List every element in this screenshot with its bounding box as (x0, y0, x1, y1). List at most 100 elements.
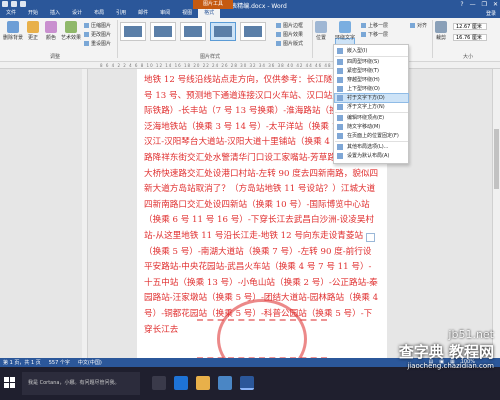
wrap-text-menu: 嵌入型(I) 四周型环绕(S) 紧密型环绕(T) 穿越型环绕(H) 上下型环绕(… (333, 44, 409, 164)
menu-separator (335, 141, 408, 142)
file-explorer-icon[interactable] (196, 376, 210, 390)
group-separator (432, 20, 433, 58)
maximize-button[interactable]: ❐ (482, 0, 487, 9)
menu-separator (335, 112, 408, 113)
tab-home[interactable]: 开始 (22, 9, 44, 18)
tab-references[interactable]: 引用 (110, 9, 132, 18)
picture-style-thumb[interactable] (120, 22, 146, 41)
picture-style-thumb[interactable] (210, 22, 236, 41)
login-link[interactable]: 登录 (486, 10, 500, 17)
edit-points-icon (337, 115, 343, 121)
tab-file[interactable]: 文件 (0, 9, 22, 18)
send-backward-button[interactable]: 下移一层 (361, 31, 388, 38)
crop-button[interactable]: 裁剪 (435, 21, 447, 41)
tab-design[interactable]: 设计 (66, 9, 88, 18)
edge-browser-icon[interactable] (174, 376, 188, 390)
position-icon (315, 21, 327, 33)
vertical-ruler[interactable] (82, 69, 88, 358)
tab-insert[interactable]: 插入 (44, 9, 66, 18)
picture-effects-button[interactable]: 图片效果 (276, 31, 303, 38)
adjust-group-label: 调整 (50, 54, 61, 60)
corrections-button[interactable]: 更正 (27, 21, 39, 41)
width-field[interactable]: 16.76 厘米 (453, 34, 487, 41)
menu-item-in-front-of-text[interactable]: 浮于文字上方(N) (335, 103, 408, 111)
task-view-icon[interactable] (152, 376, 166, 390)
tab-mailings[interactable]: 邮件 (132, 9, 154, 18)
window-controls: ? — ❐ ✕ (460, 0, 498, 9)
default-layout-icon (337, 153, 343, 159)
change-picture-button[interactable]: 更改图片 (84, 31, 111, 38)
help-button[interactable]: ? (460, 0, 463, 9)
fix-position-icon (337, 133, 343, 139)
effects-icon (276, 32, 281, 37)
menu-item-fix-position[interactable]: 在页面上的位置固定(F) (335, 132, 408, 140)
border-icon (276, 23, 281, 28)
horizontal-ruler[interactable]: 8 6 4 2 2 4 6 8 10 12 14 16 18 20 22 24 … (0, 62, 500, 69)
change-picture-icon (84, 32, 89, 37)
picture-layout-button[interactable]: 图片版式 (276, 40, 303, 47)
position-button[interactable]: 位置 (315, 21, 327, 41)
wrap-text-icon (339, 21, 351, 33)
wrap-text-button[interactable]: 环绕文字 (335, 21, 355, 41)
menu-item-move-with-text[interactable]: 随文字移动(M) (335, 123, 408, 131)
watermark-site-chazidian: 查字典 教程网 (398, 343, 494, 361)
tab-format[interactable]: 格式 (198, 9, 221, 18)
close-button[interactable]: ✕ (493, 0, 498, 9)
reset-picture-icon (84, 41, 89, 46)
styles-group-label: 图片样式 (200, 54, 221, 60)
picture-tools-context-label: 图片工具 (193, 0, 233, 9)
menu-item-edit-wrap-points[interactable]: 编辑环绕顶点(E) (335, 114, 408, 122)
top-bottom-wrap-icon (337, 86, 343, 92)
remove-background-button[interactable]: 删除背景 (3, 21, 23, 41)
group-separator (117, 20, 118, 58)
corrections-icon (27, 21, 39, 33)
reset-picture-button[interactable]: 重设图片 (84, 40, 111, 47)
menu-item-through[interactable]: 穿越型环绕(H) (335, 76, 408, 84)
menu-item-inline[interactable]: 嵌入型(I) (335, 47, 408, 55)
bring-forward-button[interactable]: 上移一层 (361, 22, 388, 29)
scrollbar-thumb[interactable] (494, 129, 499, 189)
tight-wrap-icon (337, 68, 343, 74)
menu-item-top-bottom[interactable]: 上下型环绕(O) (335, 85, 408, 93)
minimize-button[interactable]: — (470, 0, 476, 9)
word-count[interactable]: 557 个字 (49, 359, 70, 366)
align-button[interactable]: 对齐 (410, 22, 427, 29)
language-indicator[interactable]: 中文(中国) (78, 359, 102, 366)
cortana-search-box[interactable]: 我是 Cortana，小娜。有问题尽管问我。 (22, 372, 140, 395)
ribbon-format: 删除背景 更正 颜色 艺术效果 压缩图片 更改图片 重设图片 调整 图片样式 图… (0, 18, 500, 62)
windows-taskbar: 我是 Cortana，小娜。有问题尽管问我。 (0, 367, 500, 400)
picture-style-thumb[interactable] (180, 22, 206, 41)
menu-item-behind-text[interactable]: 衬于文字下方(D) (334, 93, 409, 103)
store-icon[interactable] (218, 376, 232, 390)
inline-icon (337, 48, 343, 54)
tab-layout[interactable]: 布局 (88, 9, 110, 18)
more-layout-icon (337, 144, 343, 150)
send-backward-icon (361, 32, 366, 37)
behind-text-icon (337, 95, 343, 101)
watermark-url: jiaocheng.chazidian.com (407, 362, 494, 370)
tab-review[interactable]: 审阅 (154, 9, 176, 18)
start-icon[interactable] (4, 377, 16, 389)
menu-item-tight[interactable]: 紧密型环绕(T) (335, 67, 408, 75)
picture-border-button[interactable]: 图片边框 (276, 22, 303, 29)
menu-item-set-default-layout[interactable]: 设置为默认布局(A) (335, 152, 408, 160)
page-count[interactable]: 第 1 页，共 1 页 (3, 359, 41, 366)
layout-options-icon[interactable] (366, 233, 375, 242)
size-group-label: 大小 (463, 54, 474, 60)
artistic-effects-button[interactable]: 艺术效果 (61, 21, 81, 41)
through-wrap-icon (337, 77, 343, 83)
vertical-scrollbar[interactable] (492, 69, 500, 358)
picture-style-thumb[interactable] (150, 22, 176, 41)
tab-view[interactable]: 视图 (176, 9, 198, 18)
menu-item-more-layout-options[interactable]: 其他布局选项(L)... (335, 143, 408, 151)
picture-styles-gallery[interactable] (120, 22, 266, 41)
word-app-icon[interactable] (240, 376, 254, 390)
menu-separator (335, 56, 408, 57)
menu-item-square[interactable]: 四周型环绕(S) (335, 58, 408, 66)
height-field[interactable]: 12.67 厘米 (453, 23, 487, 30)
compress-pictures-button[interactable]: 压缩图片 (84, 22, 111, 29)
artistic-effects-icon (65, 21, 77, 33)
title-bar: 祖挺报表精编.docx - Word 图片工具 ? — ❐ ✕ (0, 0, 500, 10)
color-button[interactable]: 颜色 (45, 21, 57, 41)
picture-style-thumb[interactable] (240, 22, 266, 41)
